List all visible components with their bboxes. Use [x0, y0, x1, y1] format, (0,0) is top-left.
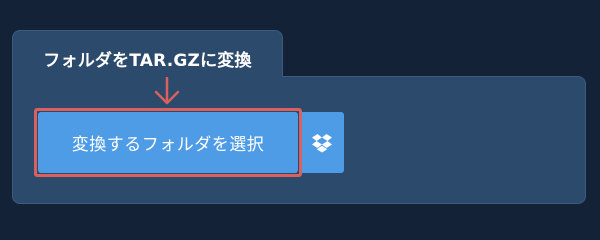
select-folder-label: 変換するフォルダを選択	[71, 135, 265, 155]
select-folder-button[interactable]: 変換するフォルダを選択	[38, 112, 298, 173]
arrow-down-icon	[154, 77, 180, 105]
tab-title: フォルダをTAR.GZに変換	[43, 51, 252, 71]
dropbox-button[interactable]	[300, 112, 344, 173]
dropbox-icon	[312, 133, 332, 152]
converter-tab: フォルダをTAR.GZに変換	[12, 30, 283, 77]
